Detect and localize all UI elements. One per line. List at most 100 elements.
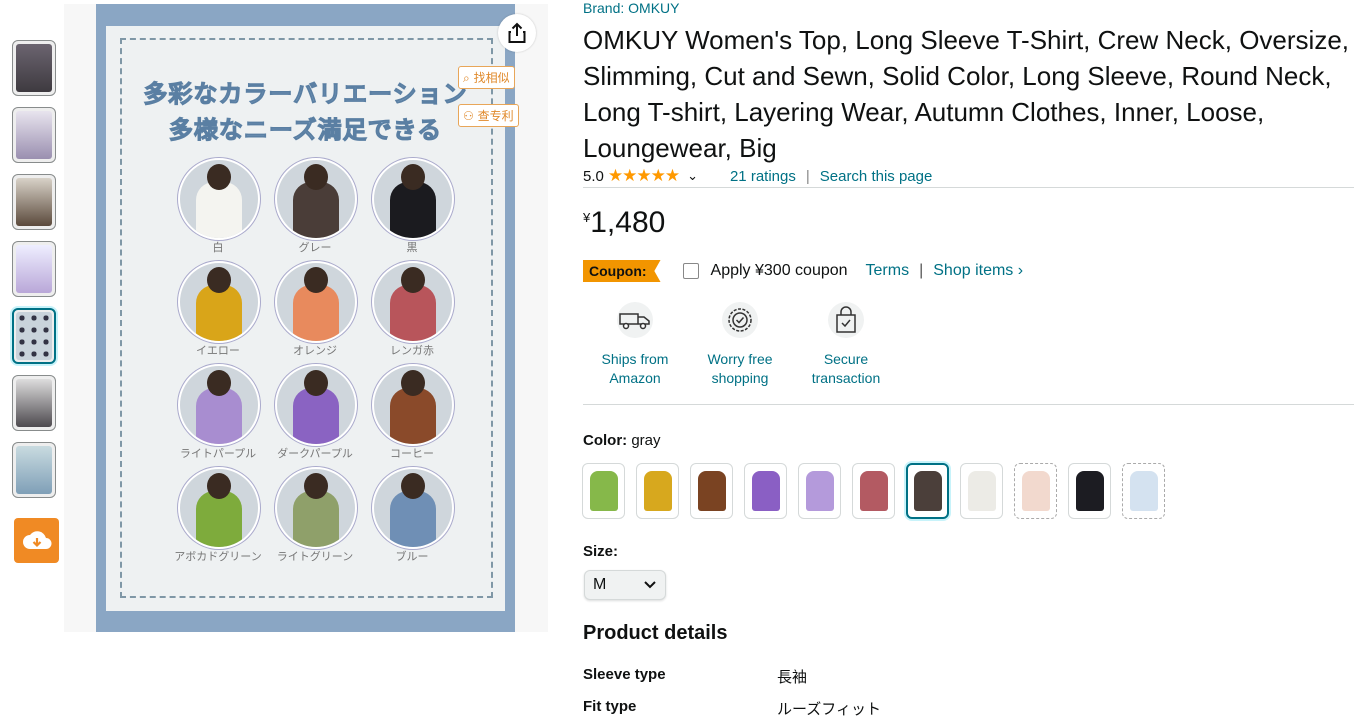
color-swatch[interactable]: [636, 463, 679, 519]
currency-symbol: ¥: [583, 210, 591, 225]
divider: [583, 404, 1354, 405]
price: ¥1,480: [583, 206, 665, 240]
coupon-row: Coupon: Apply ¥300 coupon Terms | Shop i…: [583, 260, 1023, 282]
thumbnail[interactable]: [12, 241, 56, 297]
terms-link[interactable]: Terms: [866, 262, 910, 280]
price-value: 1,480: [590, 206, 666, 239]
feature-worry-free[interactable]: Worry free shopping: [685, 302, 795, 388]
color-photo-circle: [372, 261, 454, 343]
color-swatch[interactable]: [960, 463, 1003, 519]
detail-key: Fit type: [583, 698, 637, 715]
detail-row: Fit type ルーズフィット: [583, 698, 881, 719]
color-swatch[interactable]: [798, 463, 841, 519]
main-product-image[interactable]: 多彩なカラーバリエーション 多様なニーズ満足できる 白 グレー 黒イエロー オレンジ レ…: [96, 4, 515, 632]
thumbnail[interactable]: [12, 40, 56, 96]
download-button[interactable]: [14, 518, 59, 563]
color-photo-circle: [275, 467, 357, 549]
chevron-down-icon: [644, 581, 656, 589]
color-photo-label: ライトパープル: [179, 447, 257, 460]
color-swatch[interactable]: [582, 463, 625, 519]
divider: [583, 187, 1354, 188]
patent-icon: ⚇: [463, 109, 474, 123]
detail-value: 長袖: [777, 669, 808, 686]
color-photo-circle: [372, 158, 454, 240]
color-value: gray: [631, 432, 661, 449]
truck-icon: [617, 302, 653, 338]
color-swatch[interactable]: [906, 463, 949, 519]
detail-row: Sleeve type 長袖: [583, 666, 807, 687]
color-label: Color:: [583, 432, 628, 449]
color-photo-label: アボカドグリーン: [174, 550, 262, 563]
search-page-link[interactable]: Search this page: [820, 168, 933, 185]
size-value: M: [593, 576, 607, 593]
poster-title-line1: 多彩なカラーバリエーション: [143, 80, 468, 109]
color-photo-label: イエロー: [196, 344, 240, 357]
thumbnail[interactable]: [12, 442, 56, 498]
thumbnail-strip: [12, 40, 60, 509]
find-similar-tag[interactable]: ⌕ 找相似: [458, 66, 515, 89]
color-swatch[interactable]: [1014, 463, 1057, 519]
share-icon: [508, 22, 526, 43]
color-photo-label: 白: [212, 241, 224, 254]
color-photo-label: ダークパープル: [277, 447, 353, 460]
thumbnail-selected[interactable]: [12, 308, 56, 364]
color-photo-label: レンガ赤: [390, 344, 434, 357]
color-photo-circle: [178, 364, 260, 446]
ratings-count-link[interactable]: 21 ratings: [730, 168, 796, 185]
detail-value: ルーズフィット: [777, 701, 881, 718]
coupon-badge: Coupon:: [583, 260, 661, 282]
star-rating-icon[interactable]: ★★★★★: [608, 166, 680, 186]
secure-bag-icon: [828, 302, 864, 338]
poster-title-line2: 多様なニーズ満足できる: [168, 116, 443, 145]
color-photo-circle: [372, 467, 454, 549]
coupon-text: Apply ¥300 coupon: [710, 262, 848, 279]
size-dropdown[interactable]: M: [584, 570, 666, 600]
color-photo-label: グレー: [298, 241, 332, 254]
color-swatch[interactable]: [690, 463, 733, 519]
shop-items-link[interactable]: Shop items ›: [933, 262, 1023, 280]
color-photo-circle: [275, 261, 357, 343]
color-photo-label: ライトグリーン: [276, 550, 354, 563]
chevron-down-icon[interactable]: ⌄: [687, 168, 698, 184]
color-swatch[interactable]: [744, 463, 787, 519]
check-patent-tag[interactable]: ⚇ 查专利: [458, 104, 519, 127]
color-photo-circle: [372, 364, 454, 446]
feature-label-line1: Worry free: [707, 351, 773, 367]
rating-row: 5.0 ★★★★★ ⌄ 21 ratings | Search this pag…: [583, 166, 932, 186]
color-swatches: [582, 463, 1165, 519]
color-photo-circle: [275, 364, 357, 446]
feature-label-line1: Ships from: [601, 351, 669, 367]
product-details-heading: Product details: [583, 622, 728, 644]
color-swatch[interactable]: [1068, 463, 1111, 519]
feature-label-line2: Amazon: [609, 370, 661, 386]
color-photo-label: 黒: [406, 241, 418, 254]
share-button[interactable]: [498, 14, 536, 52]
color-selector-label: Color: gray: [583, 432, 661, 449]
thumbnail[interactable]: [12, 375, 56, 431]
color-photo-label: ブルー: [395, 550, 429, 563]
color-photo-label: コーヒー: [390, 447, 434, 460]
detail-key: Sleeve type: [583, 666, 666, 683]
separator: |: [805, 167, 810, 185]
check-patent-label: 查专利: [477, 109, 514, 123]
cloud-download-icon: [22, 530, 51, 549]
feature-label-line2: shopping: [711, 370, 769, 386]
feature-label-line1: Secure: [823, 351, 869, 367]
color-photo-circle: [178, 261, 260, 343]
feature-secure-transaction[interactable]: Secure transaction: [791, 302, 901, 388]
color-photo-circle: [178, 467, 260, 549]
thumbnail[interactable]: [12, 174, 56, 230]
color-photo-label: オレンジ: [293, 344, 337, 357]
color-swatch[interactable]: [1122, 463, 1165, 519]
color-photo-circle: [275, 158, 357, 240]
color-swatch[interactable]: [852, 463, 895, 519]
find-similar-label: 找相似: [473, 71, 510, 85]
feature-ships-from-amazon[interactable]: Ships from Amazon: [580, 302, 690, 388]
product-title: OMKUY Women's Top, Long Sleeve T-Shirt, …: [583, 25, 1349, 163]
brand-link[interactable]: Brand: OMKUY: [583, 0, 679, 16]
badge-check-icon: [722, 302, 758, 338]
rating-value: 5.0: [583, 167, 604, 185]
color-photo-circle: [178, 158, 260, 240]
coupon-checkbox[interactable]: [682, 263, 699, 279]
thumbnail[interactable]: [12, 107, 56, 163]
